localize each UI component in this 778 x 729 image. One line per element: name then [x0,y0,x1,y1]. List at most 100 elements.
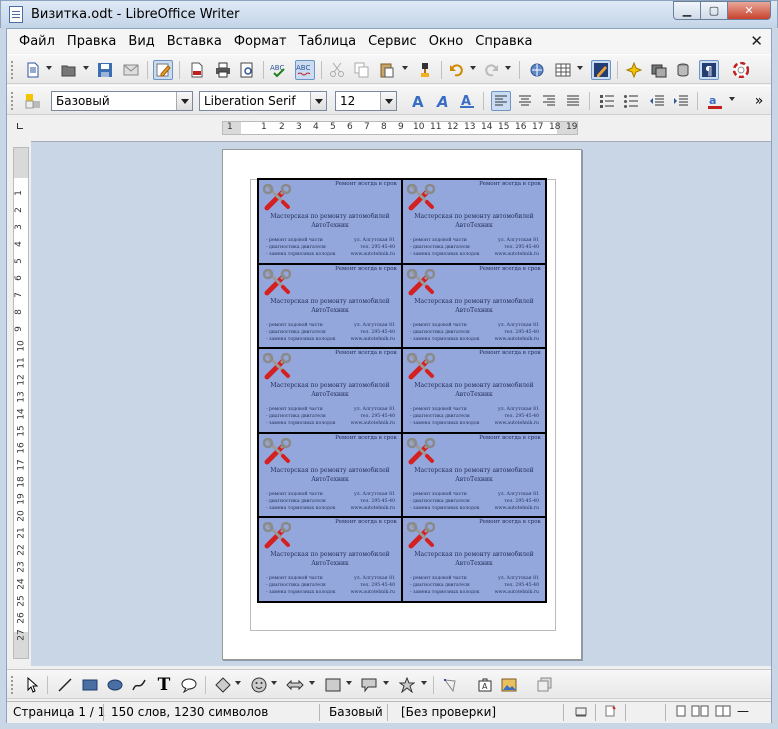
clone-formatting-button[interactable] [415,60,435,80]
business-card-table[interactable]: Ремонт всегда в срок Мастерская по ремонт… [257,178,547,603]
chevron-down-icon[interactable] [380,92,396,110]
menu-edit[interactable]: Правка [61,34,122,49]
ellipse-tool-button[interactable] [105,675,125,695]
stars-dropdown-arrow[interactable] [421,681,427,685]
flowchart-dropdown-arrow[interactable] [346,681,352,685]
formatting-marks-button[interactable]: ¶ [699,60,719,80]
underline-button[interactable]: A [457,91,477,111]
menu-help[interactable]: Справка [469,34,538,49]
business-card[interactable]: Ремонт всегда в срок Мастерская по ремонт… [402,348,546,433]
bold-button[interactable]: A [409,91,429,111]
extrusion-toggle-button[interactable] [535,675,555,695]
zoom-out-button[interactable]: — [737,704,749,718]
autospellcheck-button[interactable]: ABC [295,60,315,80]
menu-tools[interactable]: Сервис [362,34,423,49]
stars-button[interactable] [397,675,417,695]
print-button[interactable] [213,60,233,80]
navigator-button[interactable] [624,60,644,80]
align-left-button[interactable] [491,91,511,111]
paste-dropdown-arrow[interactable] [402,66,408,70]
edit-mode-button[interactable] [153,60,173,80]
close-document-button[interactable]: ✕ [750,32,763,50]
document-canvas[interactable]: Ремонт всегда в срок Мастерская по ремонт… [31,141,771,666]
decrease-indent-button[interactable] [647,91,667,111]
business-card[interactable]: Ремонт всегда в срок Мастерская по ремонт… [258,432,402,518]
redo-dropdown-arrow[interactable] [505,66,511,70]
toolbar-overflow-button[interactable]: » [749,91,769,111]
freeform-tool-button[interactable] [129,675,149,695]
line-tool-button[interactable] [55,675,75,695]
email-button[interactable] [121,60,141,80]
align-right-button[interactable] [539,91,559,111]
bullets-button[interactable] [621,91,641,111]
document-modified-icon[interactable] [605,705,617,720]
font-name-combo[interactable]: Liberation Serif [199,91,327,111]
paste-button[interactable] [377,60,397,80]
toolbar-grip[interactable] [11,676,15,694]
minimize-button[interactable]: ▁ [673,1,701,20]
export-pdf-button[interactable] [187,60,207,80]
menu-insert[interactable]: Вставка [161,34,228,49]
callout-tool-button[interactable] [179,675,199,695]
points-button[interactable] [441,675,461,695]
business-card[interactable]: Ремонт всегда в срок Мастерская по ремонт… [402,432,546,518]
open-dropdown-arrow[interactable] [83,66,89,70]
business-card[interactable]: Ремонт всегда в срок Мастерская по ремонт… [258,348,402,433]
spellcheck-button[interactable]: ABC [269,60,289,80]
maximize-button[interactable]: ▢ [700,1,728,20]
help-button[interactable] [731,60,751,80]
selection-mode-icon[interactable] [575,705,587,720]
gallery-button[interactable] [649,60,669,80]
chevron-down-icon[interactable] [310,92,326,110]
business-card[interactable]: Ремонт всегда в срок Мастерская по ремонт… [258,179,402,264]
horizontal-ruler[interactable]: 1 1 2 3 4 5 6 7 8 9 10 11 12 13 14 15 16… [7,117,771,139]
undo-dropdown-arrow[interactable] [470,66,476,70]
font-size-combo[interactable]: 12 [335,91,397,111]
menu-window[interactable]: Окно [423,34,470,49]
symbol-shapes-dropdown-arrow[interactable] [271,681,277,685]
menu-view[interactable]: Вид [122,34,160,49]
insert-image-button[interactable] [499,675,519,695]
language-indicator[interactable]: [Без проверки] [401,705,496,719]
close-window-button[interactable]: ✕ [727,1,771,20]
justify-button[interactable] [563,91,583,111]
page-style[interactable]: Базовый [329,705,383,719]
save-button[interactable] [95,60,115,80]
text-tool-button[interactable]: T [154,675,174,695]
toolbar-grip[interactable] [11,61,15,79]
font-color-dropdown-arrow[interactable] [729,97,735,101]
menu-table[interactable]: Таблица [293,34,363,49]
table-dropdown-arrow[interactable] [577,66,583,70]
rectangle-tool-button[interactable] [80,675,100,695]
business-card[interactable]: Ремонт всегда в срок Мастерская по ремонт… [402,263,546,349]
tab-stop-selector-icon[interactable] [17,123,23,129]
font-color-button[interactable]: a [705,91,725,111]
select-button[interactable] [23,675,43,695]
hyperlink-button[interactable] [527,60,547,80]
business-card[interactable]: Ремонт всегда в срок Мастерская по ремонт… [258,263,402,349]
callouts-button[interactable] [359,675,379,695]
callouts-dropdown-arrow[interactable] [383,681,389,685]
align-center-button[interactable] [515,91,535,111]
menu-format[interactable]: Формат [228,34,293,49]
book-view-icon[interactable] [715,705,731,720]
new-dropdown-arrow[interactable] [46,66,52,70]
print-preview-button[interactable] [237,60,257,80]
increase-indent-button[interactable] [671,91,691,111]
block-arrows-dropdown-arrow[interactable] [309,681,315,685]
block-arrows-button[interactable] [285,675,305,695]
multi-page-view-icon[interactable] [691,705,709,720]
italic-button[interactable]: A [433,91,453,111]
data-sources-button[interactable] [673,60,693,80]
basic-shapes-button[interactable] [213,675,233,695]
new-document-button[interactable] [23,60,43,80]
undo-button[interactable] [447,60,467,80]
vertical-ruler[interactable]: 1 2 3 4 5 6 7 8 9 10 11 12 13 14 15 16 17 18 19 20 21 22 23 24 2… [13,147,29,659]
cut-button[interactable] [327,60,347,80]
chevron-down-icon[interactable] [176,92,192,110]
show-draw-functions-button[interactable] [591,60,611,80]
redo-button[interactable] [481,60,501,80]
document-page[interactable]: Ремонт всегда в срок Мастерская по ремонт… [222,149,582,660]
basic-shapes-dropdown-arrow[interactable] [235,681,241,685]
fontwork-gallery-button[interactable]: A [475,675,495,695]
